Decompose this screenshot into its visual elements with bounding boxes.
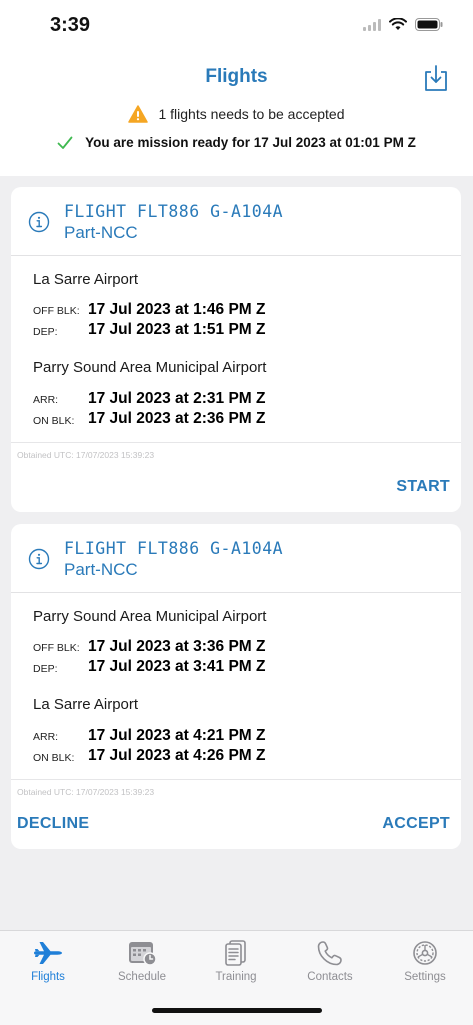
card-divider (11, 779, 461, 780)
ready-text: You are mission ready for 17 Jul 2023 at… (85, 135, 416, 150)
arr-label: ARR: (33, 394, 59, 406)
status-time: 3:39 (50, 14, 91, 36)
arr-label: ARR: (33, 731, 59, 743)
download-icon (425, 65, 447, 91)
off-blk-label: OFF BLK: (33, 305, 80, 317)
destination-airport: Parry Sound Area Municipal Airport (33, 359, 267, 376)
on-blk-label: ON BLK: (33, 415, 75, 427)
info-icon[interactable] (28, 211, 50, 233)
flight-card-header: FLIGHT FLT886 G-A104A Part-NCC (11, 187, 461, 256)
flight-card-header: FLIGHT FLT886 G-A104A Part-NCC (11, 524, 461, 593)
gear-icon (413, 941, 437, 965)
tab-label: Flights (31, 971, 65, 983)
tab-contacts[interactable]: Contacts (290, 939, 370, 983)
alert-text: 1 flights needs to be accepted (158, 106, 345, 122)
dep-time: 17 Jul 2023 at 1:51 PM Z (88, 321, 266, 338)
page-title: Flights (205, 66, 268, 87)
status-icons (363, 18, 443, 31)
home-indicator (152, 1008, 322, 1013)
wifi-icon (389, 18, 407, 30)
tab-label: Settings (404, 971, 446, 983)
dep-label: DEP: (33, 663, 58, 675)
signal-icon (363, 18, 381, 31)
obtained-timestamp: Obtained UTC: 17/07/2023 15:39:23 (17, 450, 155, 460)
destination-airport: La Sarre Airport (33, 696, 139, 713)
on-blk-time: 17 Jul 2023 at 2:36 PM Z (88, 410, 266, 427)
info-icon[interactable] (28, 548, 50, 570)
off-blk-time: 17 Jul 2023 at 3:36 PM Z (88, 638, 266, 655)
pending-alert: 1 flights needs to be accepted (0, 105, 473, 123)
download-button[interactable] (423, 64, 449, 92)
calendar-clock-icon (129, 942, 157, 966)
flight-subtitle: Part-NCC (64, 223, 138, 242)
obtained-timestamp: Obtained UTC: 17/07/2023 15:39:23 (17, 787, 155, 797)
dep-time: 17 Jul 2023 at 3:41 PM Z (88, 658, 266, 675)
airplane-icon (34, 942, 62, 964)
checkmark-icon (57, 136, 73, 149)
on-blk-time: 17 Jul 2023 at 4:26 PM Z (88, 747, 266, 764)
arr-time: 17 Jul 2023 at 4:21 PM Z (88, 727, 266, 744)
off-blk-label: OFF BLK: (33, 642, 80, 654)
tab-flights[interactable]: Flights (8, 939, 88, 983)
accept-button[interactable]: ACCEPT (382, 815, 450, 833)
decline-button[interactable]: DECLINE (17, 815, 89, 833)
mission-ready-status: You are mission ready for 17 Jul 2023 at… (0, 135, 473, 150)
off-blk-time: 17 Jul 2023 at 1:46 PM Z (88, 301, 266, 318)
flight-card[interactable]: FLIGHT FLT886 G-A104A Part-NCC La Sarre … (11, 187, 461, 512)
start-button[interactable]: START (396, 478, 450, 496)
card-divider (11, 442, 461, 443)
tab-label: Contacts (307, 971, 353, 983)
flight-card[interactable]: FLIGHT FLT886 G-A104A Part-NCC Parry Sou… (11, 524, 461, 849)
top-header-area: 3:39 Flights 1 flights needs to be accep… (0, 0, 473, 176)
tab-settings[interactable]: Settings (385, 939, 465, 983)
tab-training[interactable]: Training (196, 939, 276, 983)
dep-label: DEP: (33, 326, 58, 338)
tab-schedule[interactable]: Schedule (102, 939, 182, 983)
origin-airport: La Sarre Airport (33, 271, 139, 288)
battery-icon (415, 18, 443, 31)
flight-title: FLIGHT FLT886 G-A104A (64, 539, 284, 558)
tab-label: Schedule (118, 971, 166, 983)
phone-icon (317, 941, 342, 966)
warning-icon (128, 105, 149, 123)
on-blk-label: ON BLK: (33, 752, 75, 764)
origin-airport: Parry Sound Area Municipal Airport (33, 608, 267, 625)
document-icon (225, 940, 246, 966)
tab-label: Training (215, 971, 257, 983)
flight-subtitle: Part-NCC (64, 560, 138, 579)
arr-time: 17 Jul 2023 at 2:31 PM Z (88, 390, 266, 407)
flight-title: FLIGHT FLT886 G-A104A (64, 202, 284, 221)
